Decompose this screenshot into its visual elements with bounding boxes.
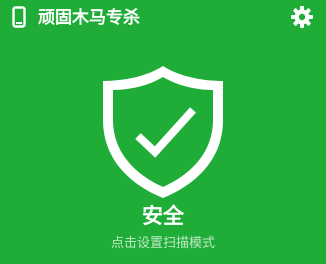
header-bar: 顽固木马专杀 [0,0,326,40]
phone-icon [12,6,26,28]
scan-mode-link[interactable]: 点击设置扫描模式 [0,235,326,253]
gear-icon[interactable] [290,5,314,29]
security-status: 安全 [142,204,184,228]
shield-check-icon [96,62,230,200]
app-screen: 顽固木马专杀 安全 点击设置扫描模式 [0,0,326,264]
app-title: 顽固木马专杀 [38,8,140,28]
